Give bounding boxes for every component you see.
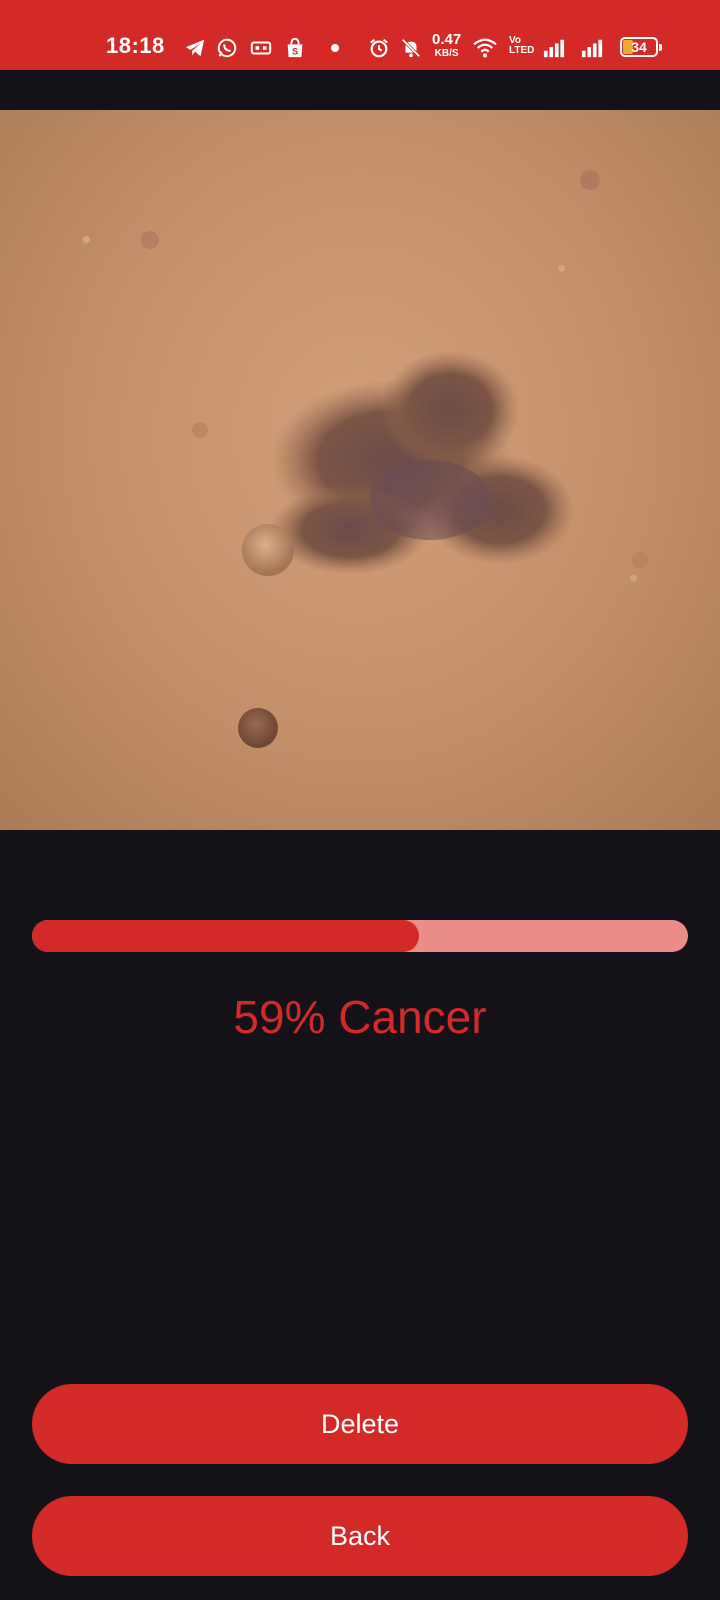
back-button[interactable]: Back	[32, 1496, 688, 1576]
delete-button[interactable]: Delete	[32, 1384, 688, 1464]
battery-icon: 34	[620, 37, 662, 57]
mute-icon	[401, 38, 421, 58]
alarm-icon	[370, 38, 388, 58]
card-icon	[250, 41, 272, 55]
lesion-illustration	[141, 170, 648, 748]
net-speed-value: 0.47	[432, 31, 462, 48]
skin-lesion-photo	[0, 110, 720, 830]
cancer-probability-fill	[32, 920, 420, 952]
net-speed-unit: KB/S	[434, 48, 459, 59]
notification-dot-icon	[331, 44, 339, 52]
status-time: 18:18	[106, 33, 165, 58]
signal-icon	[581, 39, 603, 58]
volte-indicator: Vo LTED	[509, 36, 534, 56]
cancer-probability-bar	[32, 920, 688, 952]
network-speed: 0.47 KB/S	[432, 31, 462, 61]
signal-icon	[543, 39, 565, 58]
status-bar: 18:18 S 0.47 KB/S Vo LTED 34	[0, 0, 720, 70]
shopee-icon: S	[287, 37, 303, 58]
wifi-icon	[473, 38, 497, 58]
telegram-icon	[185, 39, 205, 57]
volte-bottom: LTED	[509, 45, 535, 56]
battery-percent: 34	[631, 39, 647, 55]
whatsapp-icon	[217, 38, 237, 58]
svg-text:S: S	[292, 46, 298, 56]
result-label: 59% Cancer	[233, 991, 487, 1043]
